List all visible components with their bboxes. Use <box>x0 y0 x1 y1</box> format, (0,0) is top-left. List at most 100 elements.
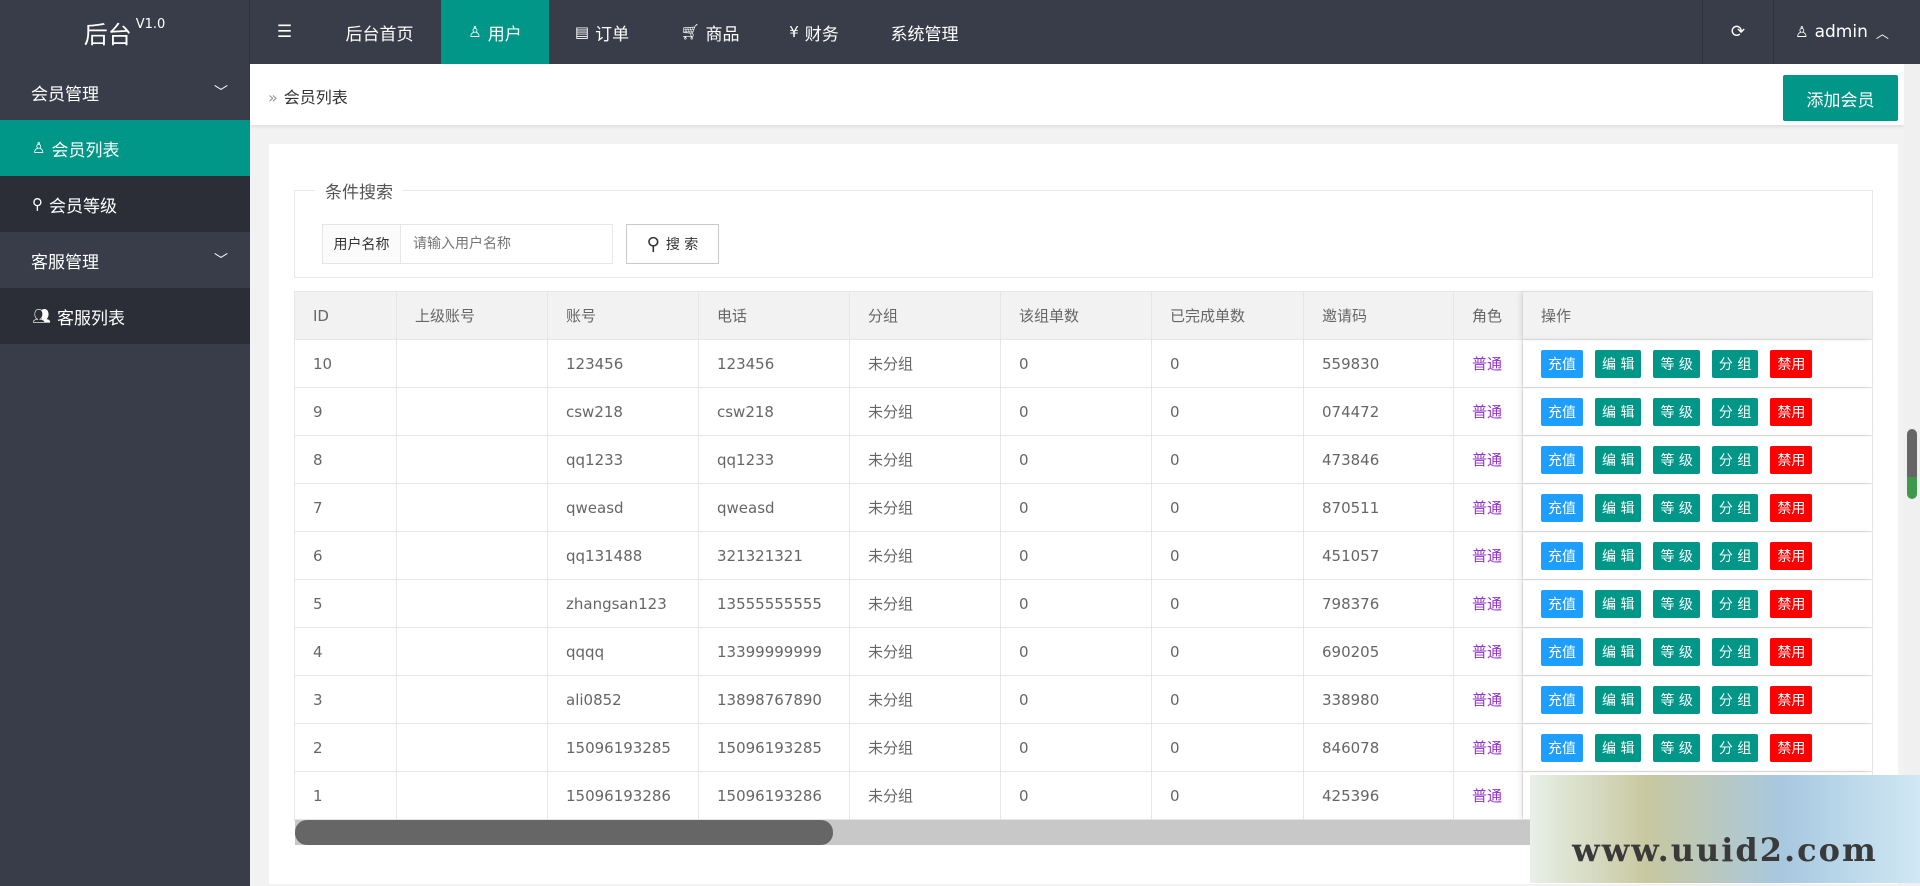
group-button[interactable]: 分 组 <box>1711 685 1759 714</box>
edit-button[interactable]: 编 辑 <box>1595 493 1642 522</box>
disable-button[interactable]: 禁用 <box>1770 541 1813 570</box>
nav-users[interactable]: ♙ 用户 <box>441 0 549 64</box>
recharge-button[interactable]: 充值 <box>1541 637 1583 666</box>
disable-button[interactable]: 禁用 <box>1770 445 1813 474</box>
group-button[interactable]: 分 组 <box>1711 349 1759 378</box>
table-cell <box>397 340 548 387</box>
table-cell <box>397 388 548 435</box>
edit-button[interactable]: 编 辑 <box>1595 541 1642 570</box>
level-button[interactable]: 等 级 <box>1653 493 1700 522</box>
group-button[interactable]: 分 组 <box>1711 589 1759 618</box>
table-cell: 未分组 <box>850 772 1001 819</box>
recharge-button[interactable]: 充值 <box>1541 397 1583 426</box>
disable-button[interactable]: 禁用 <box>1770 493 1813 522</box>
content-card: 条件搜索 用户名称 ⚲ 搜 索 ID上级账号账号电话分组该组单数已完成单数邀请码角… <box>269 144 1898 884</box>
key-icon: ⚲ <box>32 195 43 213</box>
nav-finance[interactable]: ¥ 财务 <box>765 0 863 64</box>
group-button[interactable]: 分 组 <box>1711 733 1759 762</box>
search-legend: 条件搜索 <box>325 183 393 203</box>
nav-home[interactable]: 后台首页 <box>318 0 441 64</box>
table-cell: 123456 <box>699 340 850 387</box>
recharge-button[interactable]: 充值 <box>1541 685 1583 714</box>
level-button[interactable]: 等 级 <box>1653 349 1700 378</box>
table-cell <box>397 628 548 675</box>
disable-button[interactable]: 禁用 <box>1770 685 1813 714</box>
group-button[interactable]: 分 组 <box>1711 493 1759 522</box>
table-cell: zhangsan123 <box>548 580 699 627</box>
level-button[interactable]: 等 级 <box>1653 733 1700 762</box>
chevron-down-icon: ﹀ <box>214 253 228 269</box>
table-cell <box>397 724 548 771</box>
edit-button[interactable]: 编 辑 <box>1595 685 1642 714</box>
edit-button[interactable]: 编 辑 <box>1595 397 1642 426</box>
table-cell: 9 <box>295 388 397 435</box>
disable-button[interactable]: 禁用 <box>1770 733 1813 762</box>
sidebar-group-members[interactable]: 会员管理 ﹀ <box>0 64 250 120</box>
level-button[interactable]: 等 级 <box>1653 397 1700 426</box>
table-cell <box>397 484 548 531</box>
search-button[interactable]: ⚲ 搜 索 <box>626 224 719 264</box>
actions-cell: 充值编 辑等 级分 组禁用 <box>1523 676 1872 723</box>
menu-toggle-icon[interactable]: ☰ <box>251 0 318 64</box>
sidebar-item-member-list[interactable]: ♙ 会员列表 <box>0 120 250 176</box>
level-button[interactable]: 等 级 <box>1653 589 1700 618</box>
disable-button[interactable]: 禁用 <box>1770 637 1813 666</box>
group-label: 会员管理 <box>31 84 99 105</box>
nav-label: 订单 <box>595 24 630 45</box>
disable-button[interactable]: 禁用 <box>1770 589 1813 618</box>
recharge-button[interactable]: 充值 <box>1541 733 1583 762</box>
nav-system[interactable]: 系统管理 <box>863 0 986 64</box>
group-button[interactable]: 分 组 <box>1711 397 1759 426</box>
group-button[interactable]: 分 组 <box>1711 541 1759 570</box>
table-cell: 未分组 <box>850 484 1001 531</box>
table-cell: 0 <box>1001 724 1152 771</box>
table-cell: 846078 <box>1304 724 1454 771</box>
edit-button[interactable]: 编 辑 <box>1595 733 1642 762</box>
table-cell: 0 <box>1001 532 1152 579</box>
disable-button[interactable]: 禁用 <box>1770 397 1813 426</box>
refresh-icon[interactable]: ⟳ <box>1702 0 1773 64</box>
recharge-button[interactable]: 充值 <box>1541 445 1583 474</box>
sidebar-item-member-level[interactable]: ⚲ 会员等级 <box>0 176 250 232</box>
scrollbar-thumb[interactable] <box>295 820 833 845</box>
item-label: 会员等级 <box>49 196 117 217</box>
table-cell: 普通 <box>1454 772 1523 819</box>
edit-button[interactable]: 编 辑 <box>1595 637 1642 666</box>
level-button[interactable]: 等 级 <box>1653 541 1700 570</box>
actions-cell: 充值编 辑等 级分 组禁用 <box>1523 724 1872 771</box>
vertical-scrollbar[interactable] <box>1904 64 1920 886</box>
table-cell: 0 <box>1152 580 1304 627</box>
level-button[interactable]: 等 级 <box>1653 637 1700 666</box>
recharge-button[interactable]: 充值 <box>1541 541 1583 570</box>
sidebar: 会员管理 ﹀ ♙ 会员列表 ⚲ 会员等级 客服管理 ﹀ 👥︎ 客服列表 <box>0 64 250 886</box>
sidebar-item-service-list[interactable]: 👥︎ 客服列表 <box>0 288 250 344</box>
table-cell: qweasd <box>699 484 850 531</box>
recharge-button[interactable]: 充值 <box>1541 493 1583 522</box>
nav-orders[interactable]: ▤ 订单 <box>549 0 655 64</box>
table-row: 6 qq131488 321321321 未分组 0 0 451057 普通 充值编 辑等 级分… <box>295 532 1872 580</box>
add-member-button[interactable]: 添加会员 <box>1783 75 1898 121</box>
table-cell: qq131488 <box>548 532 699 579</box>
group-button[interactable]: 分 组 <box>1711 637 1759 666</box>
level-button[interactable]: 等 级 <box>1653 685 1700 714</box>
nav-products[interactable]: 🛒︎ 商品 <box>655 0 765 64</box>
table-cell: 未分组 <box>850 724 1001 771</box>
table-cell <box>397 772 548 819</box>
username-input[interactable] <box>400 224 613 264</box>
column-header: 已完成单数 <box>1152 292 1304 339</box>
edit-button[interactable]: 编 辑 <box>1595 445 1642 474</box>
user-menu[interactable]: ♙ admin ︿ <box>1773 0 1910 64</box>
edit-button[interactable]: 编 辑 <box>1595 349 1642 378</box>
top-bar: 后台 V1.0 ☰ 后台首页 ♙ 用户 ▤ 订单 🛒︎ 商品 ¥ 财务 系统管理 ⟳ ♙ a… <box>0 0 1920 64</box>
group-button[interactable]: 分 组 <box>1711 445 1759 474</box>
table-cell: 10 <box>295 340 397 387</box>
edit-button[interactable]: 编 辑 <box>1595 589 1642 618</box>
user-icon: ♙ <box>1795 23 1809 41</box>
recharge-button[interactable]: 充值 <box>1541 589 1583 618</box>
table-row: 4 qqqq 13399999999 未分组 0 0 690205 普通 充值编 辑等 级分 组… <box>295 628 1872 676</box>
recharge-button[interactable]: 充值 <box>1541 349 1583 378</box>
level-button[interactable]: 等 级 <box>1653 445 1700 474</box>
sidebar-group-service[interactable]: 客服管理 ﹀ <box>0 232 250 288</box>
disable-button[interactable]: 禁用 <box>1770 349 1813 378</box>
scrollbar-thumb[interactable] <box>1907 429 1917 499</box>
